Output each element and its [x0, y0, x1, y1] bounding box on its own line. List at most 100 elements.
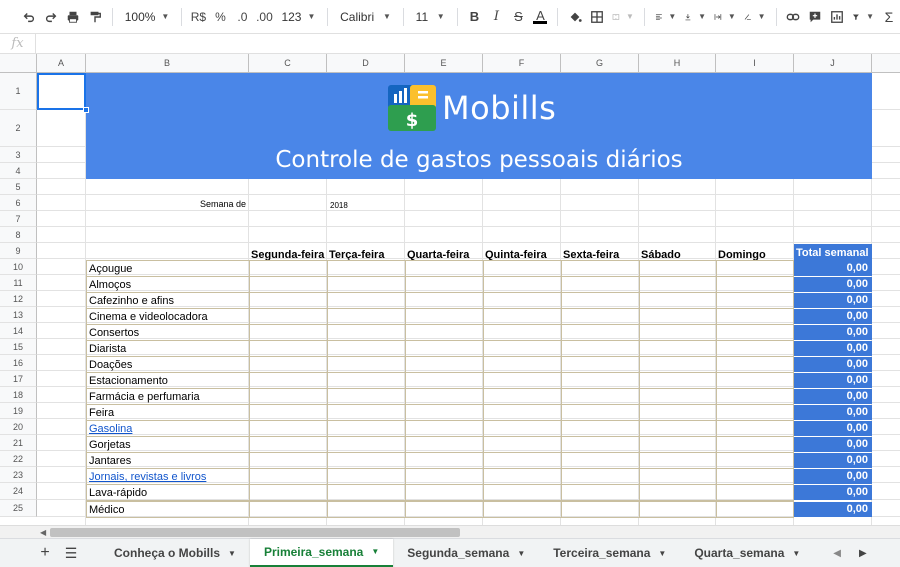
expense-cell[interactable]	[405, 372, 483, 389]
category-cell[interactable]: Gasolina	[86, 420, 249, 437]
text-color-button[interactable]: A	[529, 4, 551, 30]
category-cell[interactable]: Estacionamento	[86, 372, 249, 389]
category-cell[interactable]: Consertos	[86, 324, 249, 341]
chevron-down-icon[interactable]: ▼	[228, 549, 236, 558]
expense-cell[interactable]	[716, 468, 794, 485]
expense-cell[interactable]	[249, 340, 327, 357]
expense-cell[interactable]	[483, 292, 561, 309]
row-header-23[interactable]: 23	[0, 467, 37, 483]
expense-cell[interactable]	[327, 388, 405, 405]
expense-cell[interactable]	[561, 436, 639, 453]
borders-button[interactable]	[586, 4, 608, 30]
expense-cell[interactable]	[561, 260, 639, 277]
expense-cell[interactable]	[561, 308, 639, 325]
category-cell[interactable]: Açougue	[86, 260, 249, 277]
sheet-grid[interactable]: ABCDEFGHIJ 1 2 3 4 5 6 7 8 9 10 11 12 13 14 15 16 17 18 19…	[0, 54, 900, 525]
expense-cell[interactable]	[405, 324, 483, 341]
expense-cell[interactable]	[327, 340, 405, 357]
row-header-25[interactable]: 25	[0, 500, 37, 517]
expense-cell[interactable]	[716, 324, 794, 341]
increase-decimal-button[interactable]: .00	[253, 4, 275, 30]
category-link[interactable]: Jornais, revistas e livros	[87, 469, 249, 485]
expense-cell[interactable]	[405, 501, 483, 518]
expense-cell[interactable]	[249, 404, 327, 421]
expense-cell[interactable]	[327, 292, 405, 309]
expense-cell[interactable]	[405, 356, 483, 373]
strikethrough-button[interactable]: S	[507, 4, 529, 30]
expense-cell[interactable]	[327, 356, 405, 373]
expense-cell[interactable]	[249, 501, 327, 518]
expense-cell[interactable]	[405, 308, 483, 325]
expense-cell[interactable]	[716, 276, 794, 293]
expense-cell[interactable]	[639, 388, 716, 405]
fill-color-button[interactable]	[564, 4, 586, 30]
expense-cell[interactable]	[561, 388, 639, 405]
expense-cell[interactable]	[716, 452, 794, 469]
column-header-b[interactable]: B	[86, 54, 249, 73]
row-header-4[interactable]: 4	[0, 163, 37, 179]
weekly-total-cell[interactable]: 0,00	[794, 293, 872, 308]
row-header-3[interactable]: 3	[0, 147, 37, 163]
column-header-h[interactable]: H	[639, 54, 716, 73]
expense-cell[interactable]	[327, 484, 405, 501]
column-header-d[interactable]: D	[327, 54, 405, 73]
expense-cell[interactable]	[405, 388, 483, 405]
insert-comment-button[interactable]	[804, 4, 826, 30]
column-header-a[interactable]: A	[37, 54, 86, 73]
column-header-f[interactable]: F	[483, 54, 561, 73]
column-header-c[interactable]: C	[249, 54, 327, 73]
expense-cell[interactable]	[639, 324, 716, 341]
merge-cells-button[interactable]: ▼	[608, 4, 638, 30]
expense-cell[interactable]	[405, 484, 483, 501]
more-formats-select[interactable]: 123 ▼	[275, 4, 321, 30]
row-header-2[interactable]: 2	[0, 110, 37, 147]
column-header-e[interactable]: E	[405, 54, 483, 73]
decrease-decimal-button[interactable]: .0	[231, 4, 253, 30]
row-header-24[interactable]: 24	[0, 483, 37, 500]
currency-format-button[interactable]: R$	[187, 4, 209, 30]
category-cell[interactable]: Almoços	[86, 276, 249, 293]
scrollbar-thumb[interactable]	[50, 528, 460, 537]
expense-cell[interactable]	[249, 372, 327, 389]
paint-format-button[interactable]	[84, 4, 106, 30]
expense-cell[interactable]	[249, 276, 327, 293]
italic-button[interactable]: I	[485, 4, 507, 30]
insert-chart-button[interactable]	[826, 4, 848, 30]
row-header-22[interactable]: 22	[0, 451, 37, 467]
expense-cell[interactable]	[639, 372, 716, 389]
weekly-total-cell[interactable]: 0,00	[794, 373, 872, 388]
row-header-13[interactable]: 13	[0, 307, 37, 323]
category-cell[interactable]: Feira	[86, 404, 249, 421]
fill-handle[interactable]	[83, 107, 89, 113]
expense-cell[interactable]	[716, 356, 794, 373]
expense-cell[interactable]	[327, 260, 405, 277]
insert-link-button[interactable]	[782, 4, 804, 30]
formula-input[interactable]	[36, 34, 900, 53]
expense-cell[interactable]	[639, 292, 716, 309]
expense-cell[interactable]	[249, 260, 327, 277]
expense-cell[interactable]	[327, 324, 405, 341]
expense-cell[interactable]	[405, 404, 483, 421]
row-header-18[interactable]: 18	[0, 387, 37, 403]
category-cell[interactable]: Cinema e videolocadora	[86, 308, 249, 325]
row-header-10[interactable]: 10	[0, 259, 37, 275]
expense-cell[interactable]	[483, 484, 561, 501]
horizontal-align-button[interactable]: ▼	[651, 4, 681, 30]
expense-cell[interactable]	[716, 420, 794, 437]
expense-cell[interactable]	[249, 388, 327, 405]
expense-cell[interactable]	[716, 436, 794, 453]
expense-cell[interactable]	[639, 308, 716, 325]
expense-cell[interactable]	[249, 452, 327, 469]
column-header-g[interactable]: G	[561, 54, 639, 73]
sheet-tab[interactable]: Terceira_semana ▼	[539, 539, 680, 567]
expense-cell[interactable]	[716, 292, 794, 309]
expense-cell[interactable]	[639, 404, 716, 421]
expense-cell[interactable]	[249, 292, 327, 309]
expense-cell[interactable]	[639, 260, 716, 277]
expense-cell[interactable]	[483, 356, 561, 373]
weekly-total-cell[interactable]: 0,00	[794, 389, 872, 404]
selected-cell-a1[interactable]	[37, 73, 86, 110]
expense-cell[interactable]	[483, 436, 561, 453]
weekly-total-cell[interactable]: 0,00	[794, 437, 872, 452]
expense-cell[interactable]	[639, 436, 716, 453]
